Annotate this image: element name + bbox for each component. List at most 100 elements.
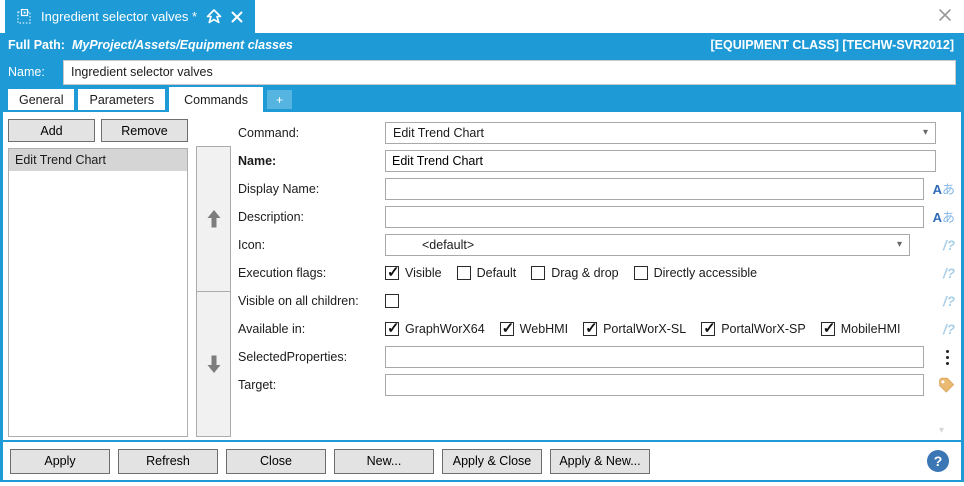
execution-flags-row: Execution flags: Visible Default Drag & …: [238, 259, 958, 287]
chevron-down-icon[interactable]: ▾: [923, 128, 928, 138]
tab-general[interactable]: General: [8, 89, 75, 110]
checkbox-label: PortalWorX-SL: [603, 322, 687, 336]
checkbox-label: Drag & drop: [551, 266, 619, 280]
tab-parameters[interactable]: Parameters: [78, 89, 166, 110]
name-label: Name:: [8, 65, 45, 79]
checkbox-label: PortalWorX-SP: [721, 322, 806, 336]
description-row: Description: Aあ: [238, 203, 958, 231]
checkbox-box: [583, 319, 598, 337]
commands-tab-content: Add Remove Edit Trend Chart Command: Edi…: [0, 112, 964, 440]
visible-on-all-children-label: Visible on all children:: [238, 294, 359, 308]
display-name-row: Display Name: Aあ: [238, 175, 958, 203]
checkbox-label: Visible: [405, 266, 442, 280]
apply-new-button[interactable]: Apply & New...: [550, 448, 650, 474]
full-path-row: Full Path: MyProject/Assets/Equipment cl…: [0, 33, 964, 57]
visible-on-all-children-row: Visible on all children: /?: [238, 287, 958, 315]
icon-row: Icon: <default> ▾ /?: [238, 231, 958, 259]
selected-properties-input[interactable]: [385, 346, 924, 368]
checkbox-default[interactable]: Default: [456, 266, 517, 280]
help-icon[interactable]: ?: [927, 450, 949, 472]
checkbox-drag-drop[interactable]: Drag & drop: [531, 266, 619, 280]
expression-icon[interactable]: /?: [943, 322, 955, 337]
commands-listbox[interactable]: Edit Trend Chart: [8, 148, 188, 437]
apply-button[interactable]: Apply: [10, 448, 110, 474]
checkbox-box: [531, 266, 546, 280]
execution-flags-label: Execution flags:: [238, 266, 327, 280]
tab-close-icon[interactable]: [231, 11, 243, 23]
checkbox-label: WebHMI: [519, 322, 569, 336]
checkbox-graphworx64[interactable]: GraphWorX64: [385, 319, 485, 337]
display-name-input[interactable]: [385, 178, 924, 200]
checkbox-webhmi[interactable]: WebHMI: [499, 319, 569, 337]
tab-commands[interactable]: Commands: [169, 87, 264, 112]
checkbox-box: [633, 266, 648, 280]
command-name-input[interactable]: [385, 150, 936, 172]
tab-strip: General Parameters Commands +: [0, 87, 964, 112]
translate-icon[interactable]: Aあ: [933, 183, 955, 196]
checkbox-box: [456, 266, 471, 280]
chevron-down-icon[interactable]: ▾: [897, 240, 902, 250]
translate-icon[interactable]: Aあ: [933, 211, 955, 224]
float-window-icon[interactable]: [206, 9, 222, 24]
document-tab-title: Ingredient selector valves *: [41, 9, 198, 24]
ellipsis-icon[interactable]: [946, 349, 949, 365]
remove-button[interactable]: Remove: [101, 119, 188, 142]
tab-parameters-label: Parameters: [89, 92, 155, 107]
command-combobox[interactable]: Edit Trend Chart ▾: [385, 122, 936, 144]
available-in-row: Available in: GraphWorX64 WebHMI PortalW…: [238, 315, 958, 343]
selected-properties-row: SelectedProperties:: [238, 343, 958, 371]
checkbox-portalworx-sp[interactable]: PortalWorX-SP: [701, 319, 806, 337]
checkbox-box: [701, 319, 716, 337]
checkbox-directly-accessible[interactable]: Directly accessible: [633, 266, 758, 280]
new-button[interactable]: New...: [334, 448, 434, 474]
target-input[interactable]: [385, 374, 924, 396]
tab-add-new[interactable]: +: [267, 90, 293, 109]
tab-commands-label: Commands: [184, 92, 249, 107]
icon-combobox[interactable]: <default> ▾: [385, 234, 910, 256]
checkbox-box: [385, 319, 400, 337]
close-button[interactable]: Close: [226, 448, 326, 474]
command-form: Command: Edit Trend Chart ▾ Name: Displa…: [238, 119, 958, 440]
checkbox-visible[interactable]: Visible: [385, 263, 442, 281]
checkbox-label: Default: [476, 266, 517, 280]
full-path-label: Full Path:: [8, 38, 65, 52]
window-close-icon[interactable]: [938, 8, 952, 22]
checkbox-mobilehmi[interactable]: MobileHMI: [820, 319, 901, 337]
header-band: Full Path: MyProject/Assets/Equipment cl…: [0, 33, 964, 112]
expression-icon[interactable]: /?: [943, 238, 955, 253]
expression-icon[interactable]: /?: [943, 266, 955, 281]
checkbox-portalworx-sl[interactable]: PortalWorX-SL: [583, 319, 687, 337]
up-arrow-icon: [207, 210, 221, 228]
checkbox-box: [499, 319, 514, 337]
plus-icon: +: [276, 92, 284, 107]
selected-properties-label: SelectedProperties:: [238, 350, 348, 364]
checkbox-box: [385, 263, 400, 281]
tab-general-label: General: [19, 92, 64, 107]
target-label: Target:: [238, 378, 277, 392]
tag-icon[interactable]: [938, 377, 955, 394]
refresh-button[interactable]: Refresh: [118, 448, 218, 474]
list-item[interactable]: Edit Trend Chart: [9, 149, 187, 171]
icon-label: Icon:: [238, 238, 266, 252]
command-list-panel: Add Remove Edit Trend Chart: [8, 119, 188, 440]
context-badge: [EQUIPMENT CLASS] [TECHW-SVR2012]: [710, 38, 954, 52]
move-down-button[interactable]: [196, 291, 231, 437]
command-value: Edit Trend Chart: [393, 126, 485, 140]
checkbox-label: GraphWorX64: [405, 322, 485, 336]
checkbox-label: MobileHMI: [840, 322, 901, 336]
move-up-button[interactable]: [196, 146, 231, 292]
description-input[interactable]: [385, 206, 924, 228]
checkbox-label: Directly accessible: [653, 266, 758, 280]
full-path-value: MyProject/Assets/Equipment classes: [71, 38, 293, 52]
name-input[interactable]: [63, 59, 956, 85]
icon-value: <default>: [422, 238, 475, 252]
expression-icon[interactable]: /?: [943, 294, 955, 309]
document-tab[interactable]: Ingredient selector valves *: [5, 0, 256, 33]
apply-close-button[interactable]: Apply & Close: [442, 448, 542, 474]
footer-bar: Apply Refresh Close New... Apply & Close…: [0, 440, 964, 482]
command-label: Command:: [238, 126, 300, 140]
target-row: Target:: [238, 371, 958, 399]
add-button[interactable]: Add: [8, 119, 95, 142]
checkbox-visible-on-all-children[interactable]: [385, 294, 405, 308]
down-arrow-icon: [207, 355, 221, 373]
